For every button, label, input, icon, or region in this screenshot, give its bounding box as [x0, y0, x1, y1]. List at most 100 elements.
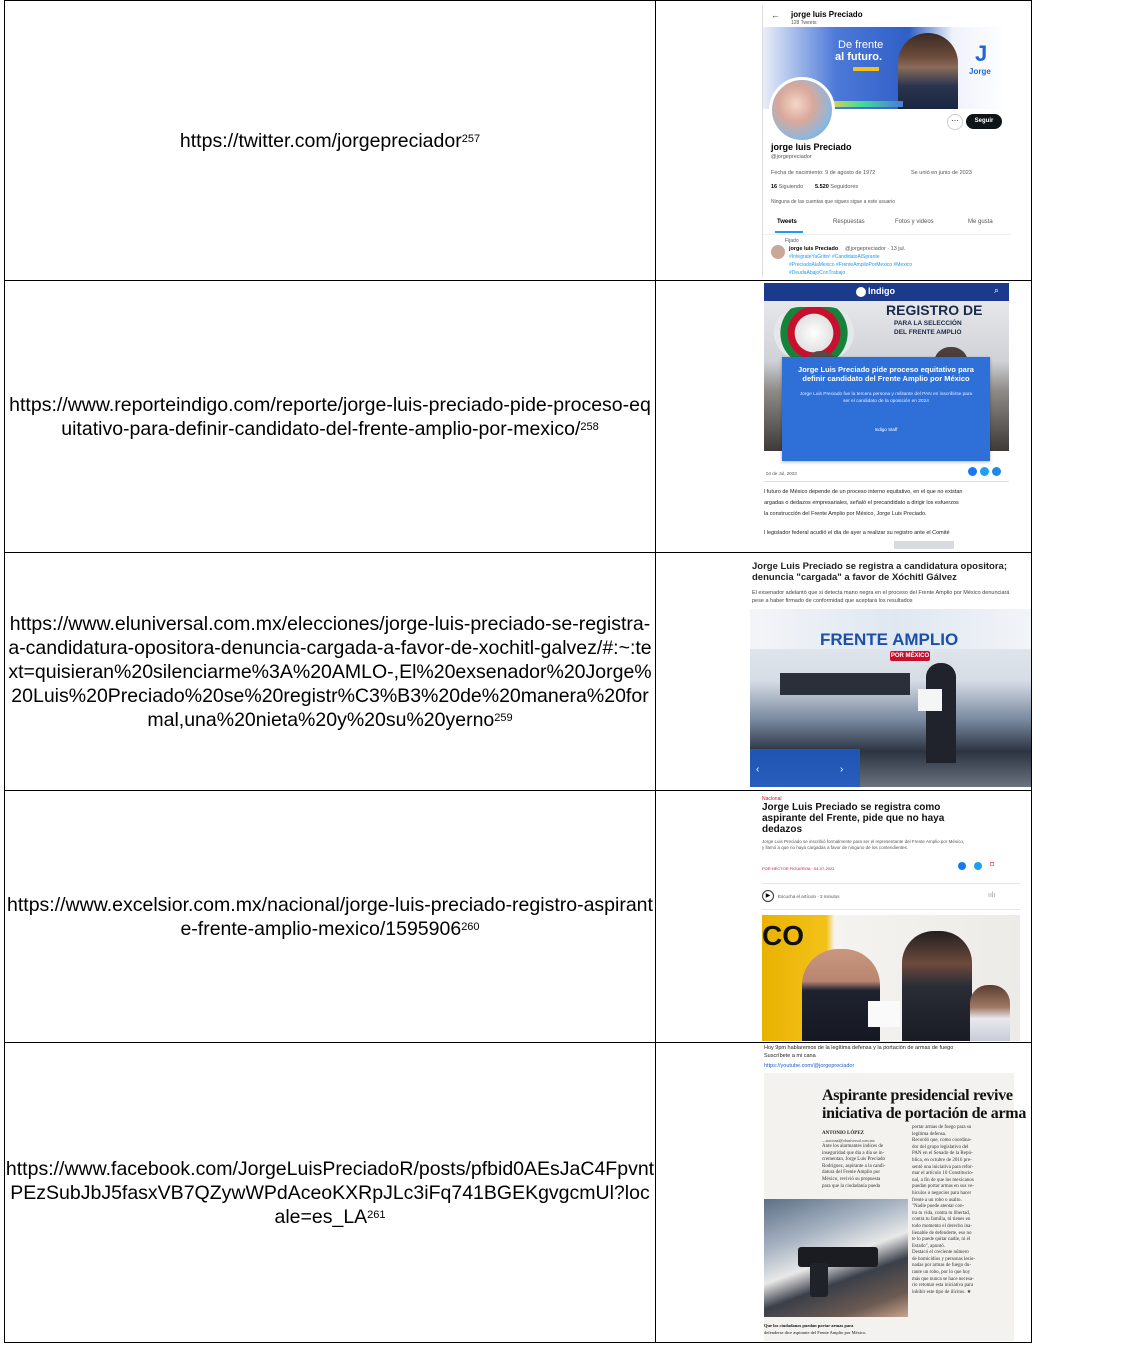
- clip-col1-line: datura del Frente Amplio por: [822, 1170, 881, 1176]
- url-cell: https://www.excelsior.com.mx/nacional/jo…: [4, 790, 656, 1043]
- clip-col2-line: mar el artículo 10 Constitucio-: [912, 1171, 974, 1177]
- evidence-row: https://twitter.com/jorgepreciador257 ← …: [4, 0, 1032, 281]
- profile-name-top: jorge luis Preciado: [791, 10, 863, 19]
- document-held: [918, 689, 942, 711]
- source-url[interactable]: https://www.reporteindigo.com/reporte/jo…: [9, 394, 651, 440]
- indigo-headline: Jorge Luis Preciado pide proceso equitat…: [798, 365, 974, 383]
- profile-handle: @jorgepreciador: [771, 154, 812, 160]
- footnote-ref: 261: [367, 1208, 386, 1221]
- indigo-brand[interactable]: Indigo: [868, 287, 895, 296]
- clip-col2-line: sentó una iniciativa para refor-: [912, 1164, 974, 1170]
- indigo-nav-bar: Indigo ⌕: [764, 283, 1009, 301]
- url-cell: https://twitter.com/jorgepreciador257: [4, 0, 656, 281]
- tab-likes[interactable]: Me gusta: [968, 218, 993, 227]
- evidence-table: https://twitter.com/jorgepreciador257 ← …: [4, 0, 1032, 1343]
- following-label: Siguiendo: [778, 184, 804, 190]
- clip-col2-line: rio retomar esta iniciativa para: [912, 1283, 974, 1289]
- following-count[interactable]: 16 Siguiendo: [771, 183, 803, 192]
- tweet-hashtags-3[interactable]: #DeudaAbajoConTrabajo: [789, 269, 845, 277]
- follow-button[interactable]: Seguir: [966, 114, 1002, 129]
- more-icon[interactable]: ···: [947, 114, 963, 130]
- banner-tag: [853, 67, 879, 71]
- tab-media[interactable]: Fotos y videos: [895, 218, 934, 227]
- url-cell: https://www.reporteindigo.com/reporte/jo…: [4, 280, 656, 553]
- footnote-ref: 258: [580, 420, 599, 433]
- source-url[interactable]: https://twitter.com/jorgepreciador: [180, 130, 462, 152]
- video-player-overlay[interactable]: [750, 749, 860, 787]
- twitter-share-icon[interactable]: [980, 467, 989, 476]
- logo-word: Jorge: [969, 67, 991, 76]
- tab-replies[interactable]: Respuestas: [833, 218, 865, 227]
- clip-col2-line: Destacó el creciente número: [912, 1250, 969, 1256]
- clip-col2-line: blica, en octubre de 2016 pre-: [912, 1157, 972, 1163]
- clip-col1-line: para que la ciudadanía pueda: [822, 1183, 881, 1189]
- person-photo-2: [902, 931, 972, 1041]
- clip-col2-line: más que nunca se hace necesa-: [912, 1276, 974, 1282]
- candidate-figure: [926, 663, 956, 763]
- twitter-share-icon[interactable]: [974, 862, 982, 870]
- prev-icon[interactable]: ‹: [756, 765, 759, 775]
- avatar[interactable]: [769, 77, 835, 143]
- excelsior-photo: CO: [762, 915, 1020, 1041]
- clip-col1-line: Rodríguez, aspirante a la candi-: [822, 1163, 886, 1169]
- tweet-avatar[interactable]: [771, 245, 785, 259]
- indigo-date: 04 de Jul, 2023: [766, 471, 797, 476]
- search-icon[interactable]: ⌕: [994, 286, 999, 295]
- post-link[interactable]: https://youtube.com/@jorgepreciador: [764, 1062, 854, 1071]
- screenshot-cell: Nacional Jorge Luis Preciado se registra…: [655, 790, 1032, 1043]
- clip-col2-line: hículos o negocios para hacer: [912, 1190, 972, 1196]
- tabs-divider: [763, 234, 1011, 235]
- excelsior-headline-1: Jorge Luis Preciado se registra como: [762, 802, 941, 813]
- next-icon[interactable]: ›: [840, 765, 843, 775]
- screenshot-cell: ← jorge luis Preciado 128 Tweets De fren…: [655, 0, 1032, 281]
- bookmark-icon[interactable]: ⌑: [990, 860, 994, 869]
- clip-col2-line: tra tu vida, contra tu libertad,: [912, 1210, 971, 1216]
- clip-col2-line: inhibir este tipo de ilícitos. ★: [912, 1289, 972, 1295]
- divider: [762, 883, 1020, 884]
- facebook-post-screenshot: Hoy 9pm hablaremos de la legítima defens…: [764, 1043, 1031, 1342]
- universal-headline-2: denuncia "cargada" a favor de Xóchitl Gá…: [752, 572, 957, 583]
- clip-col2-line: rante un robo, por lo que hoy: [912, 1270, 971, 1276]
- clip-col2-line: PAN en el Senado de la Repú-: [912, 1151, 973, 1157]
- source-url[interactable]: https://www.excelsior.com.mx/nacional/jo…: [7, 894, 653, 940]
- scroll-shadow: [894, 541, 954, 549]
- panel-table: [780, 673, 910, 695]
- mutuals-note: Ninguna de las cuentas que sigues sigue …: [771, 199, 895, 205]
- pistol-grip: [810, 1263, 828, 1297]
- clip-caption-2: defenderse dice aspirante del Frente Amp…: [764, 1330, 867, 1335]
- source-url[interactable]: https://www.eluniversal.com.mx/eleccione…: [8, 613, 651, 731]
- clip-col1-line: Ante los alarmantes índices de: [822, 1144, 884, 1149]
- document-held: [868, 1001, 900, 1027]
- clip-column-2: portar armas de fuego para su legítima d…: [912, 1125, 1008, 1296]
- source-url[interactable]: https://www.facebook.com/JorgeLuisPrecia…: [6, 1158, 654, 1228]
- followers-label: Seguidores: [830, 184, 859, 190]
- audio-label: Escucha el artículo · 3 minutos: [778, 894, 840, 899]
- footnote-ref: 260: [461, 920, 480, 933]
- evidence-row: https://www.eluniversal.com.mx/eleccione…: [4, 552, 1032, 791]
- followers-count[interactable]: 5.520 Seguidores: [815, 183, 858, 192]
- frente-banner: FRENTE AMPLIO: [820, 630, 959, 649]
- clip-col2-line: Estado", apuntó.: [912, 1243, 946, 1249]
- share-icon[interactable]: [992, 467, 1001, 476]
- back-arrow-icon: ←: [771, 10, 780, 20]
- banner-sub-2: DEL FRENTE AMPLIO: [894, 329, 962, 336]
- clip-col2-line: de homicidios y personas lesio-: [912, 1256, 976, 1262]
- tab-tweets[interactable]: Tweets: [777, 218, 797, 227]
- play-icon[interactable]: ▶: [762, 890, 774, 902]
- clip-col2-line: te lo puede quitar nadie, ni el: [912, 1237, 971, 1243]
- excelsior-headline-2: aspirante del Frente, pide que no haya: [762, 813, 945, 824]
- indigo-body-1: l futuro de México depende de un proceso…: [764, 489, 963, 495]
- clip-col2-line: dor del grupo legislativo del: [912, 1144, 969, 1150]
- logo-letter: J: [975, 41, 988, 66]
- clip-col2-line: contra tu familia, tú tienes en: [912, 1217, 971, 1223]
- facebook-share-icon[interactable]: [968, 467, 977, 476]
- clip-column-1: Ante los alarmantes índices de insegurid…: [822, 1144, 906, 1190]
- facebook-share-icon[interactable]: [958, 862, 966, 870]
- indigo-article-screenshot: Indigo ⌕ REGISTRO DE PARA LA SELECCIÓN D…: [764, 283, 1009, 549]
- candidate-photo: [898, 33, 958, 109]
- banner-line-2: al futuro.: [835, 51, 883, 63]
- indigo-logo-icon: [856, 287, 866, 297]
- clip-col2-line: Recordó que, como coordina-: [912, 1138, 972, 1144]
- indigo-dek: Jorge Luis Preciado fue la tercera perso…: [799, 392, 973, 404]
- excelsior-dek-2: y llamó a que no haya cargadas a favor d…: [762, 845, 909, 850]
